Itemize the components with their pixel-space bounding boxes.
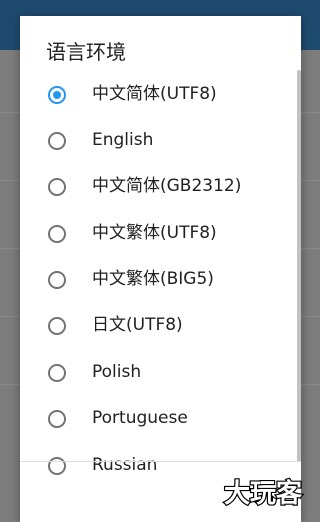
option-label: Polish bbox=[92, 362, 142, 382]
language-option-zh-tw-utf8[interactable]: 中文繁体(UTF8) bbox=[20, 211, 292, 257]
radio-unchecked-icon[interactable] bbox=[48, 410, 66, 428]
option-label: Russian bbox=[92, 455, 158, 475]
radio-unchecked-icon[interactable] bbox=[48, 271, 66, 289]
language-option-polish[interactable]: Polish bbox=[20, 350, 292, 396]
option-label: 中文简体(UTF8) bbox=[92, 84, 217, 104]
option-label: 中文繁体(BIG5) bbox=[92, 269, 214, 289]
watermark-text: 大玩客 bbox=[224, 478, 303, 509]
radio-unchecked-icon[interactable] bbox=[48, 364, 66, 382]
dialog-footer-divider bbox=[20, 461, 301, 462]
option-label: English bbox=[92, 130, 154, 150]
language-option-english[interactable]: English bbox=[20, 118, 292, 164]
radio-unchecked-icon[interactable] bbox=[48, 132, 66, 150]
radio-unchecked-icon[interactable] bbox=[48, 457, 66, 475]
language-option-portuguese[interactable]: Portuguese bbox=[20, 396, 292, 442]
language-option-zh-tw-big5[interactable]: 中文繁体(BIG5) bbox=[20, 257, 292, 303]
option-label: 中文繁体(UTF8) bbox=[92, 223, 217, 243]
option-label: 日文(UTF8) bbox=[92, 315, 183, 335]
radio-unchecked-icon[interactable] bbox=[48, 317, 66, 335]
radio-unchecked-icon[interactable] bbox=[48, 225, 66, 243]
language-option-ja-utf8[interactable]: 日文(UTF8) bbox=[20, 303, 292, 349]
watermark-logo: 大玩客 bbox=[223, 477, 304, 510]
radio-unchecked-icon[interactable] bbox=[48, 178, 66, 196]
language-option-list: 中文简体(UTF8) English 中文简体(GB2312) 中文繁体(UTF… bbox=[20, 16, 301, 522]
option-label: 中文简体(GB2312) bbox=[92, 176, 242, 196]
radio-checked-icon[interactable] bbox=[48, 86, 66, 104]
language-dialog: 语言环境 中文简体(UTF8) English 中文简体(GB2312) 中文繁… bbox=[20, 16, 301, 522]
option-label: Portuguese bbox=[92, 408, 188, 428]
language-option-zh-cn-gb2312[interactable]: 中文简体(GB2312) bbox=[20, 164, 292, 210]
scrollbar[interactable] bbox=[297, 70, 301, 462]
language-option-zh-cn-utf8[interactable]: 中文简体(UTF8) bbox=[20, 72, 292, 118]
